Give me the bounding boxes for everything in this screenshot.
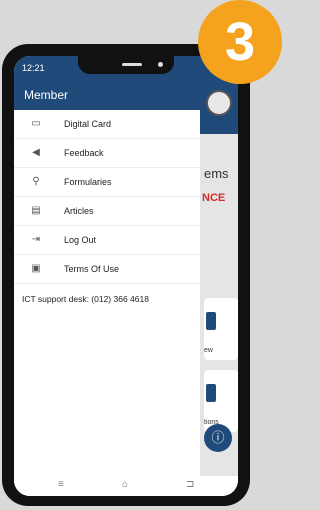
menu-item-terms-of-use[interactable]: ▣ Terms Of Use bbox=[14, 255, 200, 284]
menu-item-label: Log Out bbox=[64, 235, 97, 245]
avatar[interactable] bbox=[206, 90, 232, 116]
menu-item-label: Terms Of Use bbox=[64, 264, 120, 274]
menu-item-formularies[interactable]: ⚲ Formularies bbox=[14, 168, 200, 197]
speaker-grille bbox=[122, 63, 142, 66]
banner-fragment: NCE bbox=[202, 192, 226, 204]
menu-item-digital-card[interactable]: ▭ Digital Card bbox=[14, 110, 200, 139]
drawer-title: Member bbox=[14, 80, 200, 110]
phone-screen: 12:21 ems NCE ew tions ⓘ Member ▭ Digita… bbox=[14, 56, 238, 496]
card-icon bbox=[206, 312, 216, 330]
step-number-badge: 3 bbox=[198, 0, 282, 84]
camera-icon bbox=[158, 62, 163, 67]
card-icon bbox=[206, 384, 216, 402]
brand-fragment: ems bbox=[204, 166, 229, 181]
menu-item-label: Feedback bbox=[64, 148, 104, 158]
menu-item-feedback[interactable]: ◀ Feedback bbox=[14, 139, 200, 168]
menu-item-label: Formularies bbox=[64, 177, 112, 187]
search-icon: ⚲ bbox=[32, 176, 40, 187]
support-desk-text: ICT support desk: (012) 366 4618 bbox=[22, 294, 149, 304]
system-nav-bar: ≡ ⌂ ⊐ bbox=[14, 476, 238, 496]
megaphone-icon: ◀ bbox=[32, 147, 40, 158]
card-icon: ▭ bbox=[31, 118, 41, 129]
logout-icon: ⇥ bbox=[31, 234, 41, 245]
card-label: ew bbox=[204, 347, 213, 354]
menu-item-articles[interactable]: ▤ Articles bbox=[14, 197, 200, 226]
book-icon: ▣ bbox=[31, 263, 41, 274]
home-icon[interactable]: ⌂ bbox=[122, 479, 128, 490]
navigation-drawer: Member ▭ Digital Card ◀ Feedback ⚲ Formu… bbox=[14, 80, 200, 496]
back-icon[interactable]: ⊐ bbox=[186, 479, 194, 490]
background-card[interactable]: ew bbox=[204, 298, 238, 360]
phone-frame: 12:21 ems NCE ew tions ⓘ Member ▭ Digita… bbox=[2, 44, 250, 506]
status-time: 12:21 bbox=[22, 63, 45, 73]
background-card[interactable]: tions bbox=[204, 370, 238, 432]
menu-item-label: Digital Card bbox=[64, 119, 112, 129]
camera-notch bbox=[78, 56, 174, 74]
chat-fab-icon[interactable]: ⓘ bbox=[204, 424, 232, 452]
menu-item-label: Articles bbox=[64, 206, 94, 216]
articles-icon: ▤ bbox=[31, 205, 41, 216]
menu-icon[interactable]: ≡ bbox=[58, 479, 64, 490]
background-header bbox=[200, 80, 238, 134]
background-app: ems NCE ew tions ⓘ bbox=[200, 80, 238, 496]
menu-item-log-out[interactable]: ⇥ Log Out bbox=[14, 226, 200, 255]
